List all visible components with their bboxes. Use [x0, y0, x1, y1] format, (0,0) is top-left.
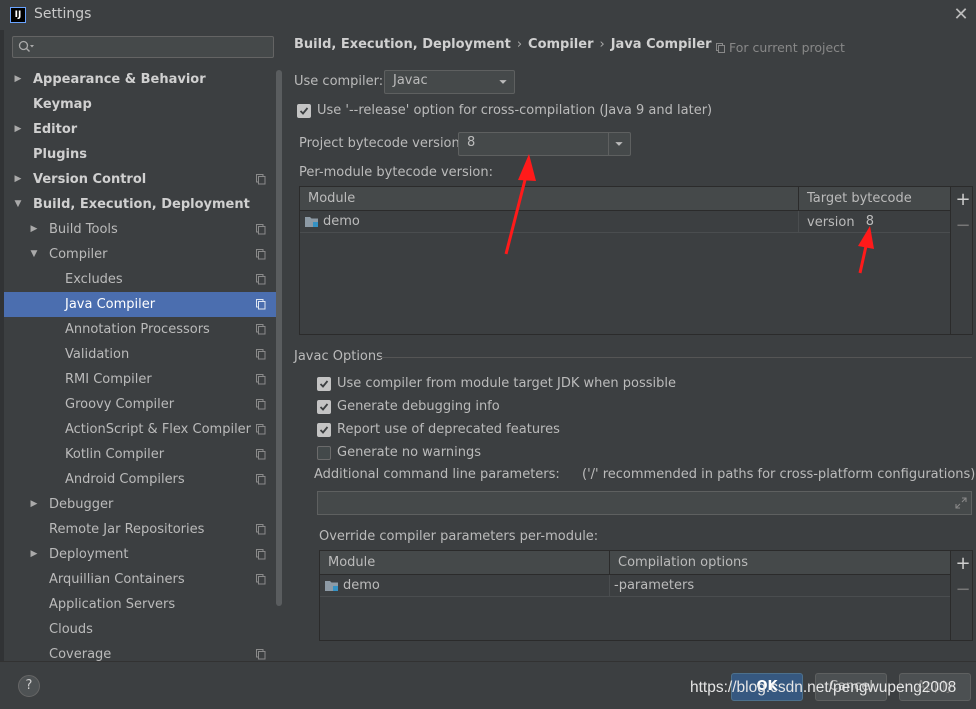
annotation-overlay [504, 154, 874, 274]
annotation-arrow-icon [504, 154, 536, 255]
annotation-arrow-icon [858, 226, 874, 274]
